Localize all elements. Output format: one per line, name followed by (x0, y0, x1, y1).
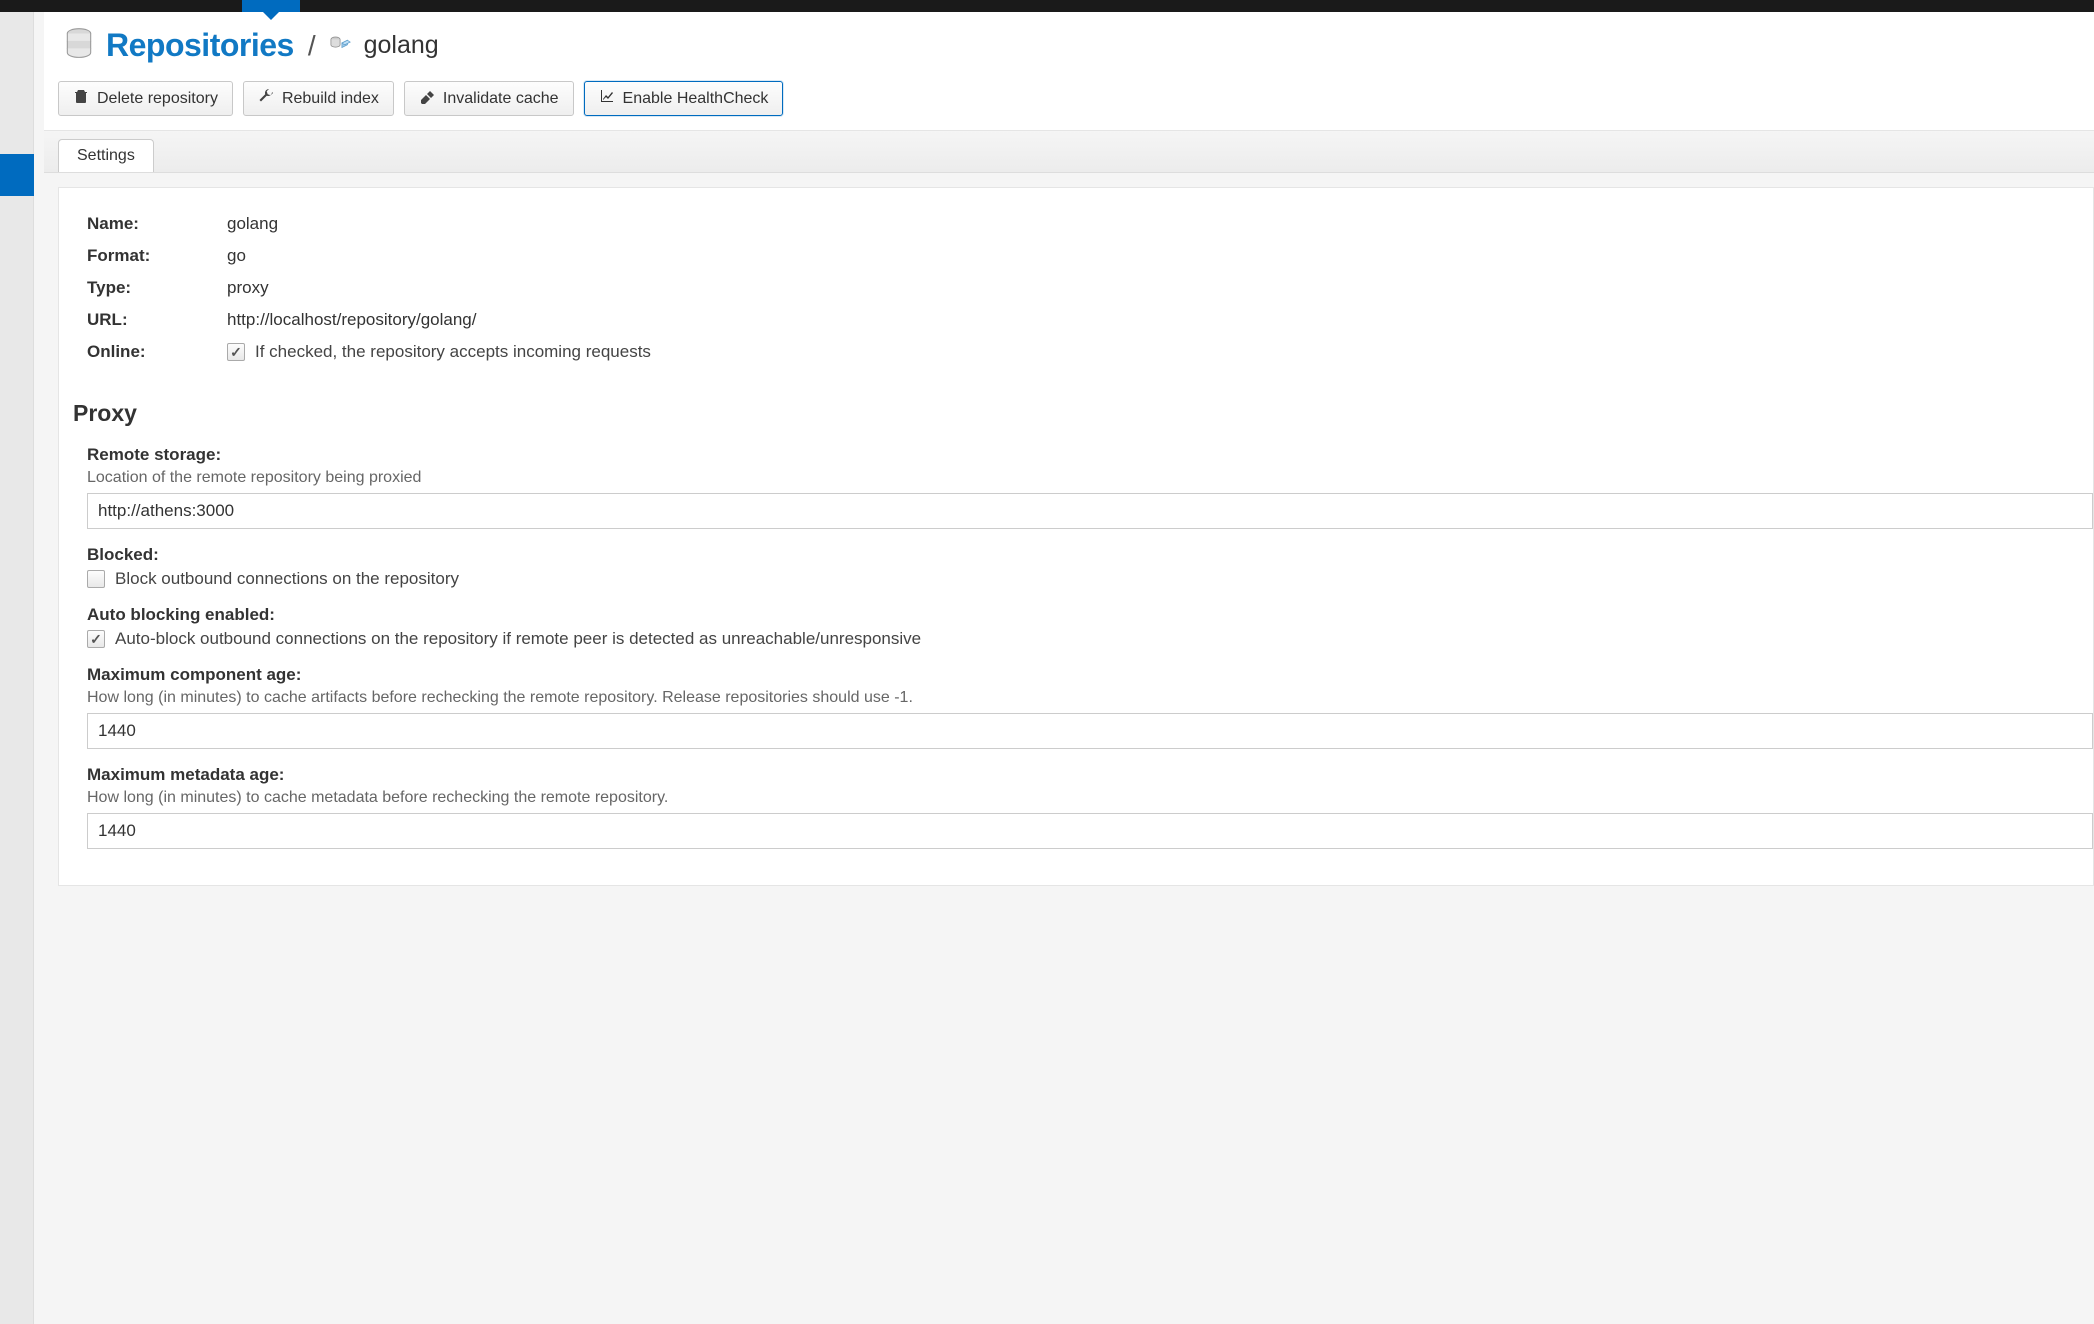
max-component-age-label: Maximum component age: (87, 665, 2093, 685)
name-value: golang (227, 214, 278, 234)
eraser-icon (419, 88, 435, 109)
url-label: URL: (87, 310, 227, 330)
auto-blocking-help: Auto-block outbound connections on the r… (115, 629, 921, 649)
tabbar: Settings (44, 131, 2094, 173)
max-metadata-age-label: Maximum metadata age: (87, 765, 2093, 785)
repo-type-icon (330, 34, 352, 57)
topbar (0, 0, 2094, 12)
delete-repository-label: Delete repository (97, 90, 218, 108)
online-help: If checked, the repository accepts incom… (255, 342, 651, 362)
online-label: Online: (87, 342, 227, 362)
toolbar: Delete repository Rebuild index Invalida… (44, 75, 2094, 131)
auto-blocking-label: Auto blocking enabled: (87, 605, 2093, 625)
remote-storage-help: Location of the remote repository being … (87, 469, 2093, 487)
breadcrumb-repo-name: golang (364, 31, 439, 60)
blocked-help: Block outbound connections on the reposi… (115, 569, 459, 589)
enable-healthcheck-button[interactable]: Enable HealthCheck (584, 81, 784, 116)
format-label: Format: (87, 246, 227, 266)
enable-healthcheck-label: Enable HealthCheck (623, 90, 769, 108)
tab-settings[interactable]: Settings (58, 139, 154, 172)
sidebar (0, 12, 34, 1324)
max-component-age-input[interactable] (87, 713, 2093, 749)
invalidate-cache-label: Invalidate cache (443, 90, 559, 108)
database-icon (62, 26, 96, 65)
rebuild-index-button[interactable]: Rebuild index (243, 81, 394, 116)
format-value: go (227, 246, 246, 266)
wrench-icon (258, 88, 274, 109)
remote-storage-input[interactable] (87, 493, 2093, 529)
url-value: http://localhost/repository/golang/ (227, 310, 476, 330)
online-checkbox[interactable] (227, 343, 245, 361)
trash-icon (73, 88, 89, 109)
page-title[interactable]: Repositories (106, 27, 294, 64)
breadcrumb-separator: / (308, 30, 316, 62)
proxy-section-title: Proxy (59, 368, 2093, 445)
settings-content: Name: golang Format: go Type: proxy URL:… (58, 187, 2094, 886)
type-value: proxy (227, 278, 269, 298)
topbar-active-indicator (242, 0, 300, 12)
sidebar-active-indicator (0, 154, 34, 196)
max-metadata-age-help: How long (in minutes) to cache metadata … (87, 789, 2093, 807)
page-header: Repositories / golang (44, 12, 2094, 75)
invalidate-cache-button[interactable]: Invalidate cache (404, 81, 574, 116)
blocked-checkbox[interactable] (87, 570, 105, 588)
name-label: Name: (87, 214, 227, 234)
type-label: Type: (87, 278, 227, 298)
chart-icon (599, 88, 615, 109)
delete-repository-button[interactable]: Delete repository (58, 81, 233, 116)
auto-blocking-checkbox[interactable] (87, 630, 105, 648)
max-metadata-age-input[interactable] (87, 813, 2093, 849)
main-panel: Repositories / golang Delete repository … (34, 12, 2094, 1324)
rebuild-index-label: Rebuild index (282, 90, 379, 108)
blocked-label: Blocked: (87, 545, 2093, 565)
remote-storage-label: Remote storage: (87, 445, 2093, 465)
max-component-age-help: How long (in minutes) to cache artifacts… (87, 689, 2093, 707)
